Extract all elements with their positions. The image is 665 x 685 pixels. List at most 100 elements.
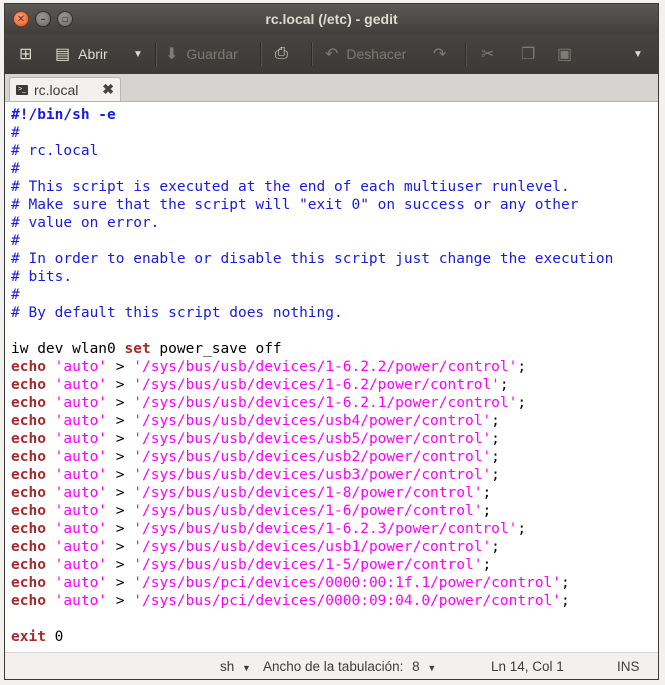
recent-files-dropdown[interactable]: ▼ [133,34,143,74]
code-token: echo [11,485,46,501]
new-document-icon: ⊞ [19,46,33,63]
code-line: echo 'auto' > '/sys/bus/pci/devices/0000… [11,574,613,592]
open-folder-icon: ▤ [55,46,71,63]
code-token: ; [491,467,500,483]
code-line: echo 'auto' > '/sys/bus/usb/devices/usb2… [11,448,613,466]
document-tab-bar: >_ rc.local ✖ [5,74,658,102]
title-bar[interactable]: ✕ – ▫ rc.local (/etc) - gedit [5,4,658,34]
text-editor[interactable]: #!/bin/sh -e # # rc.local # # This script is… [5,102,658,652]
code-token: ; [482,503,492,519]
toolbar-overflow-button[interactable]: ▼ [633,34,643,74]
code-line: # value on error. [11,214,613,232]
code-token: > [107,539,134,555]
code-token: exit [11,629,46,645]
code-token: echo [11,521,46,537]
chevron-down-icon: ▼ [427,663,437,673]
redo-icon: ↷ [433,46,447,63]
code-token: # rc.local [11,143,99,159]
code-token: 'auto' [54,593,108,609]
code-token: ; [499,377,509,393]
code-token: ; [561,593,570,609]
code-token: '/sys/bus/pci/devices/0000:09:04.0/power… [133,593,562,609]
code-token: > [107,449,134,465]
new-document-button[interactable]: ⊞ [19,34,40,74]
code-token: 'auto' [54,539,108,555]
code-token: # In order to enable or disable this scr… [11,251,614,267]
code-token: set [124,341,151,357]
redo-button[interactable]: ↷ [433,34,454,74]
cursor-position: Ln 14, Col 1 [491,659,564,674]
code-token: echo [11,467,46,483]
code-line: # [11,124,613,142]
code-token: ; [517,521,527,537]
code-token: > [107,593,134,609]
status-bar: sh ▼ Ancho de la tabulación: 8 ▼ Ln 14, … [5,652,658,679]
code-token: 'auto' [54,557,108,573]
code-line: echo 'auto' > '/sys/bus/usb/devices/1-6.… [11,358,613,376]
code-content[interactable]: #!/bin/sh -e # # rc.local # # This script is… [11,106,613,646]
code-token: 0 [45,629,64,645]
paste-button[interactable]: ▣ [557,34,580,74]
code-line: # bits. [11,268,613,286]
undo-icon: ↶ [325,46,339,63]
code-token: echo [11,539,46,555]
tab-width-label: Ancho de la tabulación: [263,659,404,674]
toolbar-separator [155,42,157,66]
open-button-label: Abrir [78,46,108,62]
code-token: '/sys/bus/usb/devices/1-6.2.2/power/cont… [133,359,518,375]
tab-rc-local[interactable]: >_ rc.local ✖ [9,77,121,101]
code-line: exit 0 [11,628,613,646]
code-token: > [107,467,134,483]
code-token: > [107,521,134,537]
code-token: echo [11,395,46,411]
code-line: iw dev wlan0 set power_save off [11,340,613,358]
code-line: echo 'auto' > '/sys/bus/usb/devices/usb5… [11,430,613,448]
code-line: echo 'auto' > '/sys/bus/usb/devices/1-6.… [11,520,613,538]
chevron-down-icon: ▼ [133,48,143,60]
print-button[interactable]: ⎙ [275,34,296,74]
copy-icon: ❐ [521,46,536,63]
chevron-down-icon: ▼ [633,48,643,60]
copy-button[interactable]: ❐ [521,34,543,74]
undo-button[interactable]: ↶ Deshacer [325,34,406,74]
code-token: > [107,503,134,519]
code-token: ; [517,359,527,375]
printer-icon: ⎙ [275,45,288,62]
code-line: echo 'auto' > '/sys/bus/usb/devices/1-5/… [11,556,613,574]
code-token: 'auto' [54,575,108,591]
insert-mode-indicator: INS [617,659,640,674]
code-token: 'auto' [54,485,108,501]
code-token: 'auto' [54,413,108,429]
tab-width-selector[interactable]: Ancho de la tabulación: 8 ▼ [263,653,437,679]
code-token: # By default this script does nothing. [11,305,343,321]
code-token: > [107,395,134,411]
close-tab-icon[interactable]: ✖ [102,81,114,98]
toolbar-separator [465,42,467,66]
undo-button-label: Deshacer [346,46,407,62]
code-token: > [107,413,134,429]
save-button[interactable]: ⬇ Guardar [165,34,238,74]
code-token: ; [491,431,500,447]
window-title: rc.local (/etc) - gedit [265,11,398,27]
open-button[interactable]: ▤ Abrir [55,34,108,74]
code-token: # [11,233,20,249]
terminal-icon: >_ [16,84,28,95]
code-token: echo [11,377,46,393]
code-token: > [107,575,134,591]
language-selector[interactable]: sh ▼ [220,653,251,679]
code-token: 'auto' [54,503,108,519]
cut-button[interactable]: ✂ [481,34,502,74]
code-token: > [107,557,134,573]
code-token: '/sys/bus/usb/devices/usb3/power/control… [133,467,492,483]
paste-icon: ▣ [557,46,573,63]
code-line: echo 'auto' > '/sys/bus/usb/devices/usb3… [11,466,613,484]
gedit-window: ✕ – ▫ rc.local (/etc) - gedit ⊞ ▤ Abrir … [4,3,659,680]
code-token: '/sys/bus/usb/devices/1-8/power/control' [133,485,483,501]
code-line: # Make sure that the script will "exit 0… [11,196,613,214]
